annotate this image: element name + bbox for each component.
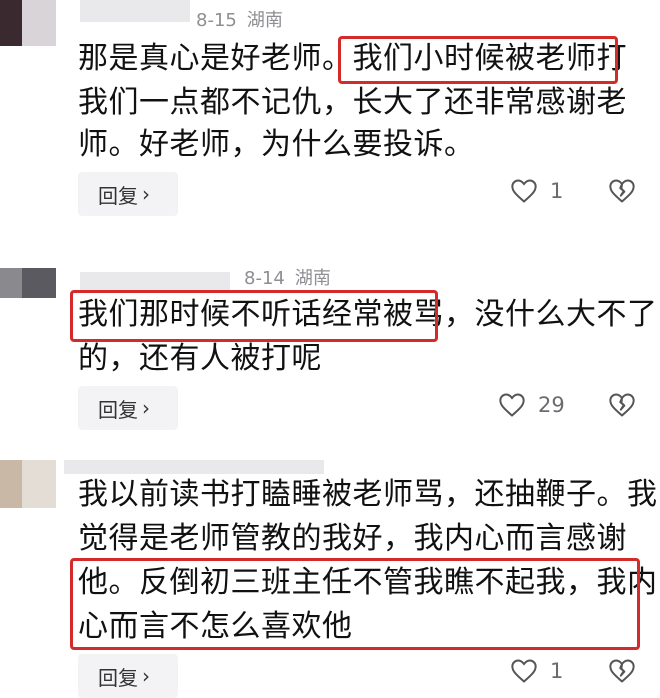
comment-region: 湖南	[294, 268, 331, 289]
like-count: 1	[550, 659, 564, 683]
reply-label: 回复	[98, 665, 138, 690]
like-count: 1	[550, 179, 564, 203]
avatar[interactable]	[0, 460, 56, 508]
reply-button[interactable]: 回复 ›	[78, 654, 178, 698]
username-blurred	[80, 0, 190, 22]
highlight-box	[70, 290, 438, 342]
comment-text-line: 师。好老师，为什么要投诉。	[78, 127, 475, 162]
comment-text-line: 觉得是老师管教的我好，我内心而言感谢	[78, 521, 627, 556]
comment-region: 湖南	[246, 10, 283, 31]
comment-meta: 8-14 湖南	[244, 264, 331, 290]
comment-date: 8-14	[244, 268, 285, 289]
like-button[interactable]: 29	[498, 392, 565, 418]
reply-label: 回复	[98, 183, 138, 208]
avatar[interactable]	[0, 268, 56, 298]
broken-heart-icon[interactable]	[608, 178, 636, 204]
like-button[interactable]: 1	[510, 178, 563, 204]
like-button[interactable]: 1	[510, 658, 563, 684]
reply-label: 回复	[98, 397, 138, 422]
username-blurred	[64, 460, 324, 474]
highlight-box	[338, 36, 618, 84]
heart-outline-icon	[510, 178, 538, 204]
comment-text-line: 我以前读书打瞌睡被老师骂，还抽鞭子。我	[78, 477, 658, 512]
comment-text-line: 我们一点都不记仇，长大了还非常感谢老	[78, 85, 627, 120]
comment-1: 8-15 湖南 那是真心是好老师。我们小时候被老师打 我们一点都不记仇，长大了还非…	[0, 0, 660, 230]
chevron-right-icon: ›	[142, 182, 150, 206]
reply-button[interactable]: 回复 ›	[78, 386, 178, 430]
comment-meta: 8-15 湖南	[196, 6, 283, 32]
username-blurred	[80, 272, 230, 290]
heart-outline-icon	[498, 392, 526, 418]
heart-outline-icon	[510, 658, 538, 684]
broken-heart-icon[interactable]	[608, 658, 636, 684]
chevron-right-icon: ›	[142, 396, 150, 420]
chevron-right-icon: ›	[142, 664, 150, 688]
highlight-box	[70, 558, 640, 650]
comment-2: 8-14 湖南 我们那时候不听话经常被骂，没什么大不了 的，还有人被打呢 回复 ›…	[0, 230, 660, 440]
comment-3: 我以前读书打瞌睡被老师骂，还抽鞭子。我 觉得是老师管教的我好，我内心而言感谢 他…	[0, 440, 660, 698]
broken-heart-icon[interactable]	[608, 392, 636, 418]
comment-text-line: 的，还有人被打呢	[78, 341, 322, 376]
reply-button[interactable]: 回复 ›	[78, 172, 178, 216]
like-count: 29	[538, 393, 565, 417]
avatar[interactable]	[0, 0, 56, 46]
comment-date: 8-15	[196, 10, 237, 31]
